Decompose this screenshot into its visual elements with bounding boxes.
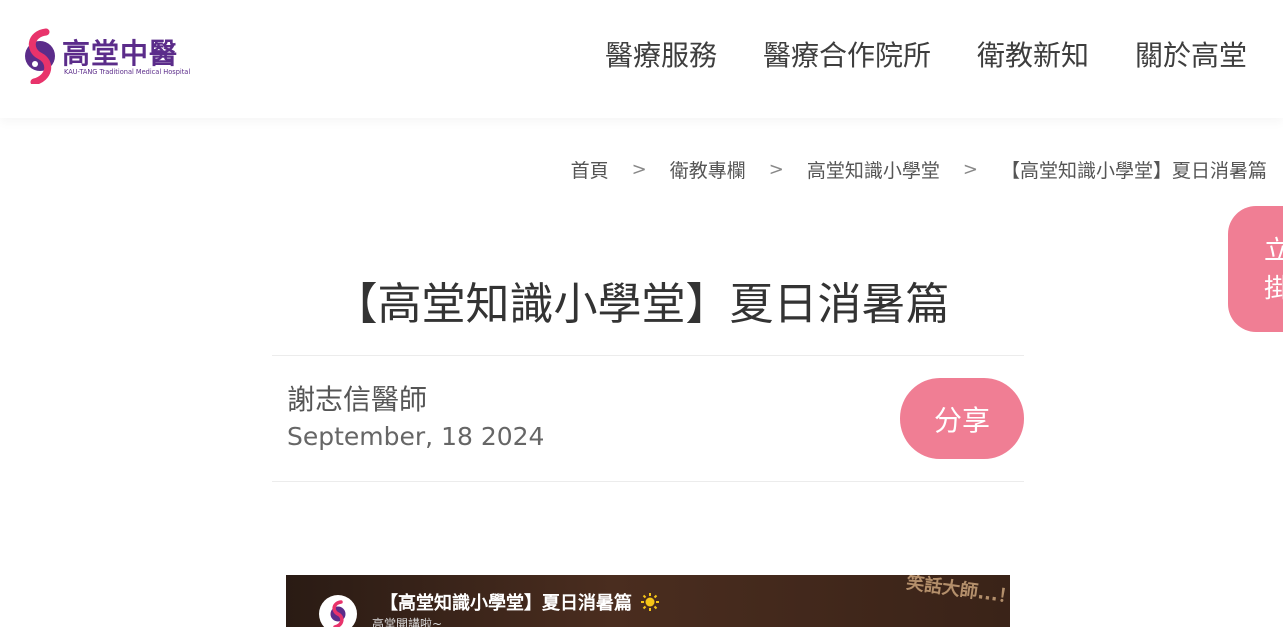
- main-nav: 醫療服務 醫療合作院所 衛教新知 關於高堂: [559, 36, 1247, 76]
- breadcrumb-knowledge-class[interactable]: 高堂知識小學堂: [807, 156, 940, 183]
- breadcrumb-home[interactable]: 首頁: [571, 156, 609, 183]
- video-title-text: 【高堂知識小學堂】夏日消暑篇: [380, 593, 632, 614]
- sun-icon: [641, 593, 660, 611]
- breadcrumb-current: 【高堂知識小學堂】夏日消暑篇: [1000, 160, 1267, 182]
- nav-medical-services[interactable]: 醫療服務: [605, 36, 717, 76]
- site-header: 高堂中醫 KAU-TANG Traditional Medical Hospit…: [0, 0, 1283, 118]
- tai-chi-s-logo-icon: [330, 600, 346, 627]
- article-title: 【高堂知識小學堂】夏日消暑篇: [333, 279, 950, 330]
- share-button[interactable]: 分享: [900, 378, 1024, 459]
- video-title: 【高堂知識小學堂】夏日消暑篇: [380, 589, 660, 615]
- nav-partner-clinics[interactable]: 醫療合作院所: [763, 36, 931, 76]
- video-subtitle: 高堂開講啦~: [372, 617, 443, 627]
- site-logo[interactable]: 高堂中醫 KAU-TANG Traditional Medical Hospit…: [22, 28, 192, 88]
- video-overlay-text: 笑話大師...！？: [904, 575, 1010, 611]
- nav-about[interactable]: 關於高堂: [1135, 36, 1247, 76]
- tai-chi-s-logo-icon: [25, 28, 55, 84]
- article-author: 謝志信醫師: [287, 383, 428, 416]
- breadcrumb: 首頁 > 衛教專欄 > 高堂知識小學堂 > 【高堂知識小學堂】夏日消暑篇: [571, 156, 1267, 183]
- nav-health-education[interactable]: 衛教新知: [977, 36, 1089, 76]
- breadcrumb-separator: >: [631, 159, 647, 180]
- breadcrumb-separator: >: [962, 159, 978, 180]
- divider-bottom: [272, 481, 1024, 482]
- video-embed[interactable]: 【高堂知識小學堂】夏日消暑篇 高堂開講啦~ 笑話大師...！？: [286, 575, 1010, 627]
- breadcrumb-health-column[interactable]: 衛教專欄: [670, 156, 746, 183]
- logo-text-en: KAU-TANG Traditional Medical Hospital: [64, 68, 191, 76]
- logo-text-cn: 高堂中醫: [62, 37, 179, 70]
- divider-top: [272, 355, 1024, 356]
- article-date: September, 18 2024: [287, 422, 545, 451]
- breadcrumb-separator: >: [768, 159, 784, 180]
- video-channel-avatar: [319, 595, 357, 627]
